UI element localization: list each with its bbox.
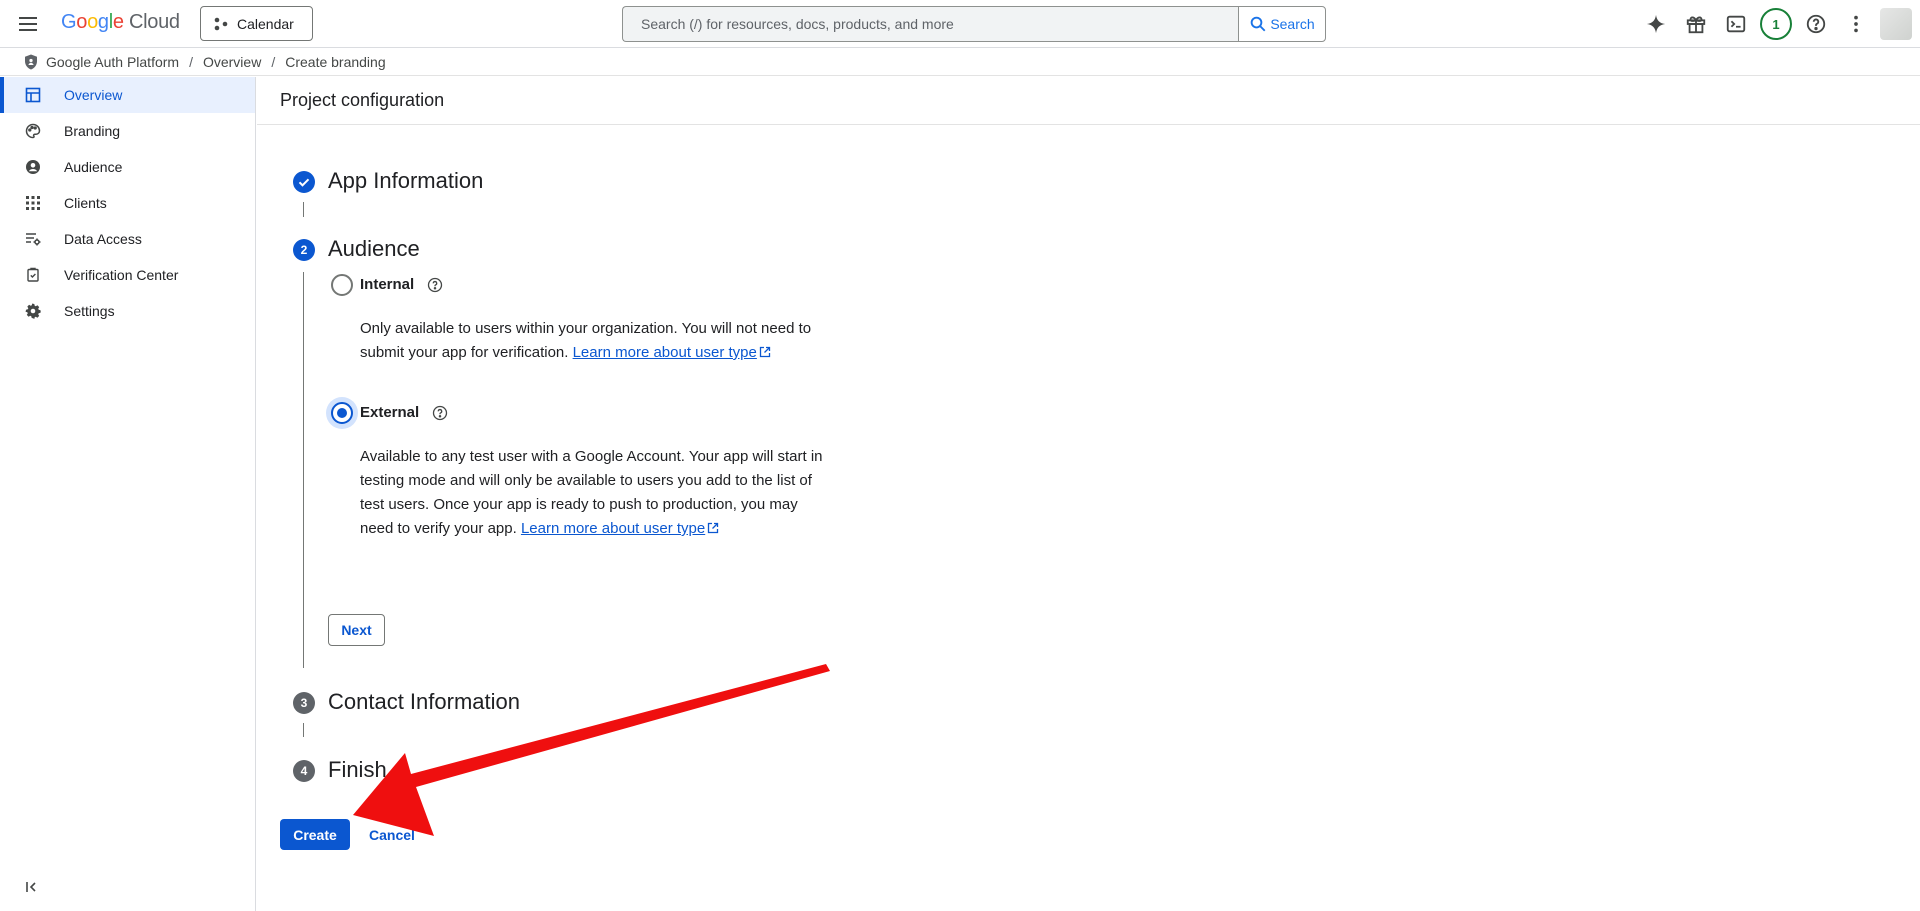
dashboard-icon bbox=[24, 86, 42, 104]
search-button-label: Search bbox=[1270, 16, 1315, 32]
sidebar-item-label: Branding bbox=[64, 123, 121, 139]
menu-icon[interactable] bbox=[16, 12, 40, 36]
search-bar: Search bbox=[622, 6, 1326, 42]
sidebar: Overview Branding Audience Clients Data … bbox=[0, 77, 256, 911]
account-circle-icon bbox=[24, 158, 42, 176]
verification-icon bbox=[24, 266, 42, 284]
internal-radio[interactable] bbox=[331, 274, 353, 296]
internal-description: Only available to users within your orga… bbox=[360, 320, 812, 361]
create-button[interactable]: Create bbox=[280, 819, 350, 850]
gift-icon[interactable] bbox=[1680, 8, 1712, 40]
help-icon[interactable] bbox=[1800, 8, 1832, 40]
sidebar-item-label: Clients bbox=[64, 195, 107, 211]
sidebar-item-label: Verification Center bbox=[64, 267, 179, 283]
sidebar-item-label: Data Access bbox=[64, 231, 142, 247]
step-title-app-information[interactable]: App Information bbox=[328, 168, 483, 194]
search-icon bbox=[1251, 16, 1266, 32]
project-icon bbox=[214, 17, 228, 30]
sidebar-item-audience[interactable]: Audience bbox=[0, 149, 255, 185]
step-connector bbox=[303, 272, 304, 668]
google-cloud-logo[interactable]: Google Cloud bbox=[61, 11, 180, 37]
breadcrumb-item-create-branding: Create branding bbox=[285, 53, 386, 70]
sidebar-item-overview[interactable]: Overview bbox=[0, 77, 255, 113]
cancel-button[interactable]: Cancel bbox=[362, 819, 422, 850]
open-in-new-icon bbox=[708, 522, 719, 534]
more-vert-icon[interactable] bbox=[1840, 8, 1872, 40]
step-connector bbox=[303, 202, 304, 217]
step-title-finish[interactable]: Finish bbox=[328, 757, 387, 783]
sidebar-item-branding[interactable]: Branding bbox=[0, 113, 255, 149]
collapse-icon[interactable] bbox=[22, 877, 42, 897]
step-title-contact-information[interactable]: Contact Information bbox=[328, 689, 520, 715]
project-name: Calendar bbox=[237, 15, 294, 32]
breadcrumb-item-auth-platform[interactable]: Google Auth Platform bbox=[46, 54, 179, 70]
external-description: Available to any test user with a Google… bbox=[360, 448, 823, 537]
breadcrumb-separator: / bbox=[189, 53, 193, 70]
data-access-icon bbox=[24, 230, 42, 248]
page-title: Project configuration bbox=[257, 77, 1920, 125]
step-number-badge: 3 bbox=[293, 692, 315, 714]
internal-radio-label[interactable]: Internal bbox=[360, 276, 414, 293]
search-input[interactable] bbox=[622, 6, 1238, 42]
sidebar-item-data-access[interactable]: Data Access bbox=[0, 221, 255, 257]
sidebar-item-clients[interactable]: Clients bbox=[0, 185, 255, 221]
breadcrumb-separator: / bbox=[271, 53, 276, 70]
open-in-new-icon bbox=[759, 346, 771, 358]
notifications-badge[interactable]: 1 bbox=[1760, 8, 1792, 40]
annotation-arrow bbox=[353, 664, 830, 836]
external-radio-label[interactable]: External bbox=[360, 404, 419, 421]
search-button[interactable]: Search bbox=[1238, 6, 1326, 42]
help-icon[interactable] bbox=[432, 405, 448, 421]
project-picker-button[interactable]: Calendar bbox=[200, 6, 313, 41]
external-radio[interactable] bbox=[331, 402, 353, 424]
learn-more-user-type-link[interactable]: Learn more about user type bbox=[573, 344, 757, 361]
sidebar-item-label: Overview bbox=[64, 87, 123, 103]
sidebar-item-label: Audience bbox=[64, 159, 123, 175]
top-bar: Google Cloud Calendar Search 1 bbox=[0, 0, 1920, 48]
gemini-icon[interactable] bbox=[1640, 8, 1672, 40]
step-connector bbox=[303, 723, 304, 737]
top-icons: 1 bbox=[1640, 8, 1880, 40]
sidebar-item-verification-center[interactable]: Verification Center bbox=[0, 257, 255, 293]
palette-icon bbox=[24, 122, 42, 140]
breadcrumb: Google Auth Platform / Overview / Create… bbox=[0, 48, 1920, 76]
next-button[interactable]: Next bbox=[328, 614, 385, 646]
gear-icon bbox=[24, 302, 42, 320]
step-number-badge: 4 bbox=[293, 760, 315, 782]
avatar[interactable] bbox=[1880, 8, 1912, 40]
sidebar-item-label: Settings bbox=[64, 303, 115, 319]
learn-more-user-type-link[interactable]: Learn more about user type bbox=[521, 520, 705, 537]
step-done-icon bbox=[293, 171, 315, 193]
apps-grid-icon bbox=[24, 194, 42, 212]
step-title-audience[interactable]: Audience bbox=[328, 236, 420, 262]
shield-icon bbox=[25, 54, 37, 69]
help-icon[interactable] bbox=[427, 277, 443, 293]
step-number-badge: 2 bbox=[293, 239, 315, 261]
cloud-shell-icon[interactable] bbox=[1720, 8, 1752, 40]
breadcrumb-item-overview[interactable]: Overview bbox=[203, 54, 261, 70]
sidebar-item-settings[interactable]: Settings bbox=[0, 293, 255, 329]
